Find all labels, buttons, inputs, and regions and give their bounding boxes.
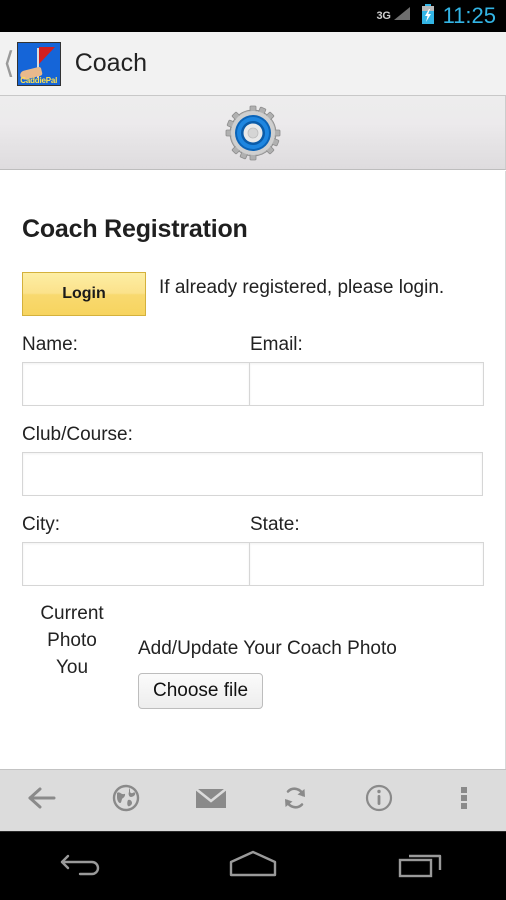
status-bar-clock: 11:25 xyxy=(442,3,496,28)
back-arrow-icon xyxy=(27,785,57,816)
info-icon xyxy=(365,784,393,817)
overflow-menu-icon xyxy=(459,784,469,817)
toolbar-back-button[interactable] xyxy=(0,770,84,831)
android-navigation-bar xyxy=(0,831,506,900)
login-button[interactable]: Login xyxy=(22,272,146,316)
registration-form-scroll-area[interactable]: Coach Registration Login If already regi… xyxy=(0,171,506,769)
city-state-input-row xyxy=(22,542,484,586)
android-back-icon xyxy=(60,847,108,886)
club-course-input-row xyxy=(22,452,483,496)
current-photo-line2: Photo xyxy=(47,630,97,651)
email-label: Email: xyxy=(250,334,303,355)
current-photo-label: Current Photo You xyxy=(22,600,122,709)
name-input[interactable] xyxy=(22,362,250,406)
email-input[interactable] xyxy=(250,362,484,406)
toolbar-info-button[interactable] xyxy=(337,770,421,831)
network-type-label: 3G xyxy=(376,10,391,22)
photo-upload-area: Add/Update Your Coach Photo Choose file xyxy=(122,600,483,709)
toolbar-browser-button[interactable] xyxy=(84,770,168,831)
name-email-label-row: Name: Email: xyxy=(22,334,483,356)
browser-toolbar xyxy=(0,769,506,831)
android-recents-icon xyxy=(397,847,447,886)
current-photo-line1: Current xyxy=(40,603,104,624)
gear-banner xyxy=(0,96,506,170)
page-title: Coach xyxy=(74,49,147,77)
city-state-label-row: City: State: xyxy=(22,514,483,536)
toolbar-mail-button[interactable] xyxy=(169,770,253,831)
coach-photo-section: Current Photo You Add/Update Your Coach … xyxy=(22,600,483,709)
signal-bars-icon xyxy=(392,6,412,27)
gear-icon[interactable] xyxy=(225,105,281,161)
photo-caption: Add/Update Your Coach Photo xyxy=(138,638,397,659)
back-chevron-icon[interactable]: ⟨ xyxy=(3,48,15,79)
globe-icon xyxy=(112,784,140,817)
login-row: Login If already registered, please logi… xyxy=(22,272,483,316)
city-label: City: xyxy=(22,514,60,535)
current-photo-line3: You xyxy=(55,657,89,678)
state-label: State: xyxy=(250,514,300,535)
choose-file-button[interactable]: Choose file xyxy=(138,673,264,709)
caddiepal-app-icon[interactable]: CaddiePal xyxy=(16,41,61,86)
toolbar-overflow-button[interactable] xyxy=(422,770,506,831)
app-icon-label: CaddiePal xyxy=(20,75,58,85)
refresh-icon xyxy=(281,784,309,817)
club-course-input[interactable] xyxy=(22,452,483,496)
android-back-button[interactable] xyxy=(34,847,134,886)
envelope-icon xyxy=(195,786,227,815)
android-home-button[interactable] xyxy=(203,847,303,886)
battery-charging-icon xyxy=(421,3,435,29)
city-input[interactable] xyxy=(22,542,250,586)
club-course-label: Club/Course: xyxy=(22,424,133,445)
status-bar: 3G 11:25 xyxy=(0,0,506,32)
android-recents-button[interactable] xyxy=(372,847,472,886)
name-email-input-row xyxy=(22,362,484,406)
login-note-text: If already registered, please login. xyxy=(159,277,445,298)
phone-screen: 3G 11:25 ⟨ CaddiePal Coach Coach Registr… xyxy=(0,0,506,900)
state-input[interactable] xyxy=(250,542,484,586)
android-home-icon xyxy=(225,847,281,886)
registration-heading: Coach Registration xyxy=(22,215,248,243)
app-title-bar: ⟨ CaddiePal Coach xyxy=(0,32,506,96)
name-label: Name: xyxy=(22,334,78,355)
toolbar-refresh-button[interactable] xyxy=(253,770,337,831)
golf-flag-shape xyxy=(38,46,55,64)
